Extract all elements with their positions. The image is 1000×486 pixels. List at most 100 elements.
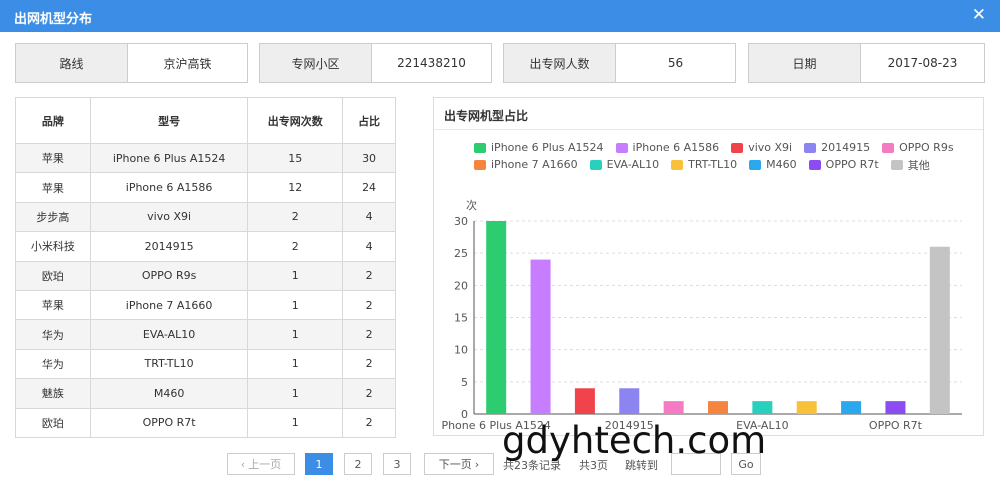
page-button-3[interactable]: 3 (383, 453, 411, 475)
next-page-button[interactable]: 下一页 › (424, 453, 494, 475)
ratio-cell: 30 (342, 142, 396, 174)
model-cell: TRT-TL10 (89, 348, 249, 380)
legend-swatch (589, 159, 602, 170)
ratio-cell: 2 (342, 348, 396, 380)
model-cell: M460 (89, 378, 249, 409)
info-cell-label: 专网小区 (260, 44, 372, 82)
table-row: 魅族 M460 1 2 (15, 378, 396, 409)
page-button-2[interactable]: 2 (344, 453, 372, 475)
table-row: 华为 EVA-AL10 1 2 (15, 319, 396, 350)
info-users-value: 56 (616, 44, 735, 82)
window-titlebar: 出网机型分布 ✕ (0, 0, 1000, 32)
y-tick-label: 5 (461, 376, 468, 389)
model-table: 品牌 型号 出专网次数 占比 苹果 iPhone 6 Plus A1524 15 30… (15, 97, 396, 438)
info-route: 路线 京沪高铁 (15, 43, 248, 83)
chart-bar (796, 401, 817, 414)
model-cell: EVA-AL10 (89, 319, 249, 350)
table-row: 欧珀 OPPO R9s 1 2 (15, 260, 396, 291)
legend-swatch (804, 142, 817, 153)
col-header-model: 型号 (89, 97, 249, 144)
model-cell: OPPO R7t (89, 407, 249, 438)
ratio-cell: 2 (342, 378, 396, 409)
brand-cell: 魅族 (15, 378, 91, 409)
col-header-brand: 品牌 (15, 97, 91, 144)
legend-label: iPhone 6 Plus A1524 (491, 141, 604, 154)
legend-item[interactable]: TRT-TL10 (671, 156, 737, 173)
count-cell: 1 (247, 319, 344, 350)
legend-item[interactable]: iPhone 6 A1586 (615, 139, 720, 156)
legend-item[interactable]: OPPO R7t (808, 156, 879, 173)
ratio-cell: 4 (342, 201, 396, 233)
brand-cell: 欧珀 (15, 260, 91, 291)
legend-swatch (474, 159, 486, 170)
legend-item[interactable]: 2014915 (804, 139, 870, 156)
next-page-label: 下一页 (438, 458, 472, 471)
chart-title: 出专网机型占比 (444, 109, 529, 123)
legend-swatch (749, 159, 762, 170)
info-route-label: 路线 (16, 44, 128, 82)
bar-chart: 次051015202530Phone 6 Plus A1524 2014915 EV… (441, 198, 962, 432)
ratio-cell: 2 (342, 319, 396, 350)
legend-item[interactable]: 其他 (890, 156, 930, 173)
legend-label: 其他 (907, 158, 930, 172)
legend-swatch (890, 159, 903, 170)
brand-cell: 步步高 (15, 201, 91, 233)
model-cell: 2014915 (89, 231, 249, 262)
window-title: 出网机型分布 (14, 12, 93, 27)
legend-item[interactable]: iPhone 6 Plus A1524 (474, 139, 604, 156)
brand-cell: 苹果 (15, 289, 91, 321)
ratio-cell: 4 (342, 231, 396, 262)
legend-label: OPPO R9s (899, 141, 954, 154)
chart-bar (929, 246, 950, 414)
legend-label: iPhone 7 A1660 (491, 158, 578, 171)
count-cell: 1 (247, 407, 344, 438)
chart-bar (574, 388, 595, 414)
y-tick-label: 30 (454, 215, 468, 228)
legend-label: iPhone 6 A1586 (632, 141, 720, 154)
count-cell: 15 (247, 142, 344, 174)
legend-item[interactable]: iPhone 7 A1660 (474, 156, 578, 173)
legend-item[interactable]: M460 (749, 156, 797, 173)
chart-bar (619, 388, 640, 414)
legend-swatch (474, 142, 486, 153)
info-cell-value: 221438210 (372, 44, 491, 82)
legend-swatch (671, 159, 684, 170)
chart-bar (752, 401, 773, 414)
y-tick-label: 15 (454, 312, 468, 325)
legend-swatch (882, 142, 895, 153)
legend-label: vivo X9i (748, 141, 793, 154)
y-tick-label: 25 (454, 247, 468, 260)
close-icon[interactable]: ✕ (972, 5, 986, 25)
col-header-count: 出专网次数 (247, 97, 344, 144)
legend-item[interactable]: OPPO R9s (882, 139, 954, 156)
info-date-value: 2017-08-23 (861, 44, 984, 82)
model-cell: iPhone 7 A1660 (89, 289, 249, 321)
count-cell: 2 (247, 231, 344, 262)
table-row: 苹果 iPhone 6 Plus A1524 15 30 (15, 142, 396, 174)
ratio-cell: 2 (342, 407, 396, 438)
model-cell: iPhone 6 A1586 (89, 172, 249, 203)
legend-label: M460 (766, 158, 797, 171)
info-route-value: 京沪高铁 (128, 44, 247, 82)
prev-page-button[interactable]: ‹ 上一页 (227, 453, 295, 475)
page-button-1[interactable]: 1 (305, 453, 333, 475)
chart-panel: 出专网机型占比 iPhone 6 Plus A1524 iPhone 6 A158… (433, 97, 984, 436)
model-cell: vivo X9i (89, 201, 249, 233)
legend-item[interactable]: EVA-AL10 (589, 156, 659, 173)
chart-bar (486, 221, 507, 414)
table-row: 华为 TRT-TL10 1 2 (15, 348, 396, 380)
chart-bar (530, 259, 551, 414)
y-tick-label: 10 (454, 344, 468, 357)
col-header-ratio: 占比 (342, 97, 396, 144)
brand-cell: 华为 (15, 319, 91, 350)
brand-cell: 苹果 (15, 142, 91, 174)
info-date: 日期 2017-08-23 (748, 43, 985, 83)
info-cell: 专网小区 221438210 (259, 43, 492, 83)
legend-item[interactable]: vivo X9i (731, 139, 792, 156)
legend-label: 2014915 (821, 141, 871, 154)
brand-cell: 欧珀 (15, 407, 91, 438)
model-cell: iPhone 6 Plus A1524 (89, 142, 249, 174)
pagination: ‹ 上一页 1 2 3 下一页 › 共23条记录 共3页 跳转到 Go (0, 453, 1000, 477)
y-tick-label: 20 (454, 279, 468, 292)
brand-cell: 苹果 (15, 172, 91, 203)
